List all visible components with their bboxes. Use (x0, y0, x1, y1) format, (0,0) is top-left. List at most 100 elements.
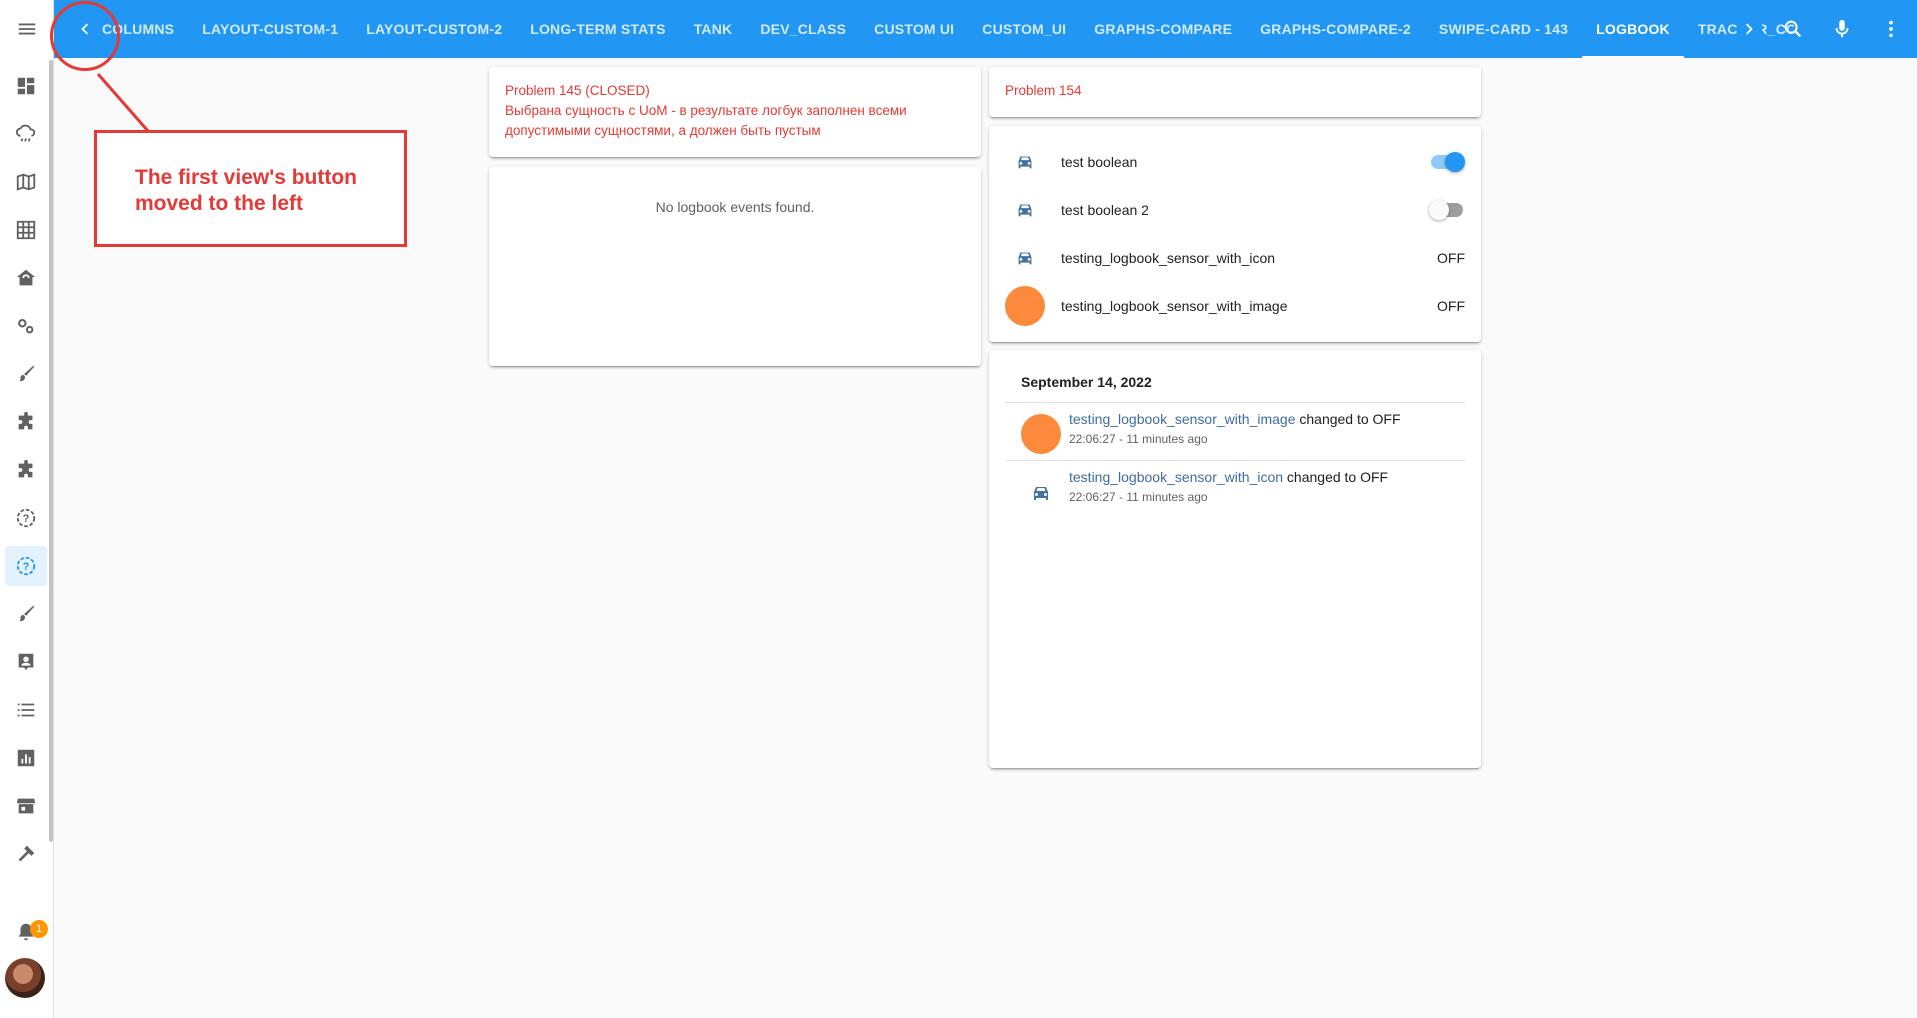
tab-logbook[interactable]: LOGBOOK (1582, 0, 1684, 58)
entity-row-sensor-with-icon[interactable]: testing_logbook_sensor_with_icon OFF (1005, 238, 1465, 278)
tab-swipe-card-143[interactable]: SWIPE-CARD - 143 (1425, 0, 1582, 58)
hammer-icon (18, 845, 35, 862)
annotation-box: The first view's button moved to the lef… (94, 130, 407, 247)
toggle-switch[interactable] (1429, 152, 1465, 172)
sidebar: ? ? 1 (0, 0, 54, 1018)
divider (1005, 460, 1465, 461)
svg-text:?: ? (23, 513, 30, 525)
entity-state: OFF (1437, 250, 1465, 266)
account-box-icon (18, 653, 34, 671)
sidebar-scrollbar[interactable] (49, 60, 53, 842)
svg-text:?: ? (23, 561, 30, 573)
tab-long-term-stats[interactable]: LONG-TERM STATS (516, 0, 679, 58)
brush-icon (19, 365, 35, 382)
logbook-action: changed to OFF (1283, 469, 1389, 485)
card-text: Выбрана сущность с UoM - в результате ло… (505, 103, 907, 138)
entity-row-test-boolean-2[interactable]: test boolean 2 (1005, 190, 1465, 230)
markdown-card-problem-145: Problem 145 (CLOSED) Выбрана сущность с … (489, 67, 981, 157)
sidebar-item-help[interactable]: ? (5, 498, 47, 538)
entity-picture (1021, 414, 1061, 454)
car-icon (1034, 487, 1048, 500)
car-icon (1005, 190, 1045, 230)
home-assistant-app: ? ? 1 COLUMNS LAYOUT-CUSTOM-1 LAYOUT-CUS… (0, 0, 1917, 1018)
puzzle-icon (18, 411, 33, 430)
sidebar-item-cogs[interactable] (5, 306, 47, 346)
sidebar-item-hacs[interactable] (5, 786, 47, 826)
car-icon (1005, 238, 1045, 278)
entity-name: testing_logbook_sensor_with_image (1061, 298, 1288, 314)
help-circle-active-icon: ? (16, 556, 36, 576)
sidebar-item-home[interactable] (5, 258, 47, 298)
chevron-right-icon (1745, 23, 1753, 35)
dashboard-icon (17, 77, 35, 95)
sidebar-item-brush-2[interactable] (5, 594, 47, 634)
sidebar-item-puzzle[interactable] (5, 402, 47, 442)
assist-button[interactable] (1827, 14, 1857, 44)
tab-layout-custom-2[interactable]: LAYOUT-CUSTOM-2 (352, 0, 516, 58)
card-title: Problem 154 (1005, 83, 1082, 98)
menu-button[interactable] (0, 0, 54, 58)
tabs-scroll-right-button[interactable] (1738, 17, 1762, 41)
sidebar-item-developer-tools[interactable] (5, 834, 47, 874)
entity-name: test boolean (1061, 154, 1138, 170)
map-icon (16, 173, 36, 191)
cogs-icon (18, 319, 34, 334)
search-icon (1784, 20, 1802, 38)
tab-dev-class[interactable]: DEV_CLASS (746, 0, 860, 58)
entity-state: OFF (1437, 298, 1465, 314)
more-vert-icon (1889, 20, 1893, 38)
brush-icon (19, 605, 35, 622)
tab-tank[interactable]: TANK (680, 0, 747, 58)
overflow-menu-button[interactable] (1876, 14, 1906, 44)
tab-custom-ui[interactable]: CUSTOM UI (860, 0, 968, 58)
divider (1005, 402, 1465, 403)
tab-graphs-compare[interactable]: GRAPHS-COMPARE (1080, 0, 1246, 58)
tab-layout-custom-1[interactable]: LAYOUT-CUSTOM-1 (188, 0, 352, 58)
sidebar-item-help-active[interactable]: ? (5, 546, 47, 586)
logbook-entry: testing_logbook_sensor_with_image change… (1021, 411, 1465, 459)
annotation-text: The first view's button moved to the lef… (135, 166, 358, 215)
list-icon (17, 703, 35, 717)
puzzle-icon (18, 459, 33, 478)
tab-graphs-compare-2[interactable]: GRAPHS-COMPARE-2 (1246, 0, 1425, 58)
hacs-store-icon (16, 798, 36, 814)
sidebar-item-account-box[interactable] (5, 642, 47, 682)
chart-icon (17, 749, 35, 767)
entity-name: test boolean 2 (1061, 202, 1149, 218)
sidebar-item-map[interactable] (5, 162, 47, 202)
weather-rain-icon (15, 124, 36, 142)
microphone-icon (1835, 19, 1849, 38)
search-button[interactable] (1778, 14, 1808, 44)
entities-card: test boolean test boolean 2 testing_logb… (989, 126, 1481, 342)
sidebar-item-grid[interactable] (5, 210, 47, 250)
logbook-entity-link[interactable]: testing_logbook_sensor_with_icon (1069, 469, 1283, 485)
notification-badge: 1 (30, 920, 48, 938)
logbook-time[interactable]: 22:06:27 - 11 minutes ago (1069, 432, 1208, 446)
home-automation-icon (16, 269, 36, 286)
sidebar-item-chart[interactable] (5, 738, 47, 778)
no-logbook-events-message: No logbook events found. (655, 199, 815, 215)
sidebar-item-weather[interactable] (5, 114, 47, 154)
logbook-card: September 14, 2022 testing_logbook_senso… (989, 350, 1481, 768)
entity-row-sensor-with-image[interactable]: testing_logbook_sensor_with_image OFF (1005, 286, 1465, 326)
logbook-entity-link[interactable]: testing_logbook_sensor_with_image (1069, 411, 1295, 427)
help-circle-icon: ? (16, 508, 36, 528)
sidebar-item-overview[interactable] (5, 66, 47, 106)
logbook-action: changed to OFF (1295, 411, 1401, 427)
annotation-circle (50, 1, 120, 71)
menu-icon (18, 23, 36, 35)
tab-custom-ui[interactable]: CUSTOM_UI (968, 0, 1080, 58)
entity-row-test-boolean[interactable]: test boolean (1005, 142, 1465, 182)
toggle-switch[interactable] (1429, 200, 1465, 220)
view-tabs: COLUMNS LAYOUT-CUSTOM-1 LAYOUT-CUSTOM-2 LON… (98, 0, 1794, 58)
sidebar-item-brush[interactable] (5, 354, 47, 394)
card-title: Problem 145 (CLOSED) (505, 83, 650, 98)
logbook-card-empty: No logbook events found. (489, 167, 981, 366)
car-icon (1005, 142, 1045, 182)
sidebar-item-list[interactable] (5, 690, 47, 730)
logbook-time[interactable]: 22:06:27 - 11 minutes ago (1069, 490, 1208, 504)
logbook-date-header: September 14, 2022 (1021, 374, 1152, 390)
user-avatar[interactable] (5, 958, 45, 998)
top-app-bar: COLUMNS LAYOUT-CUSTOM-1 LAYOUT-CUSTOM-2 LON… (54, 0, 1917, 58)
sidebar-item-puzzle-2[interactable] (5, 450, 47, 490)
